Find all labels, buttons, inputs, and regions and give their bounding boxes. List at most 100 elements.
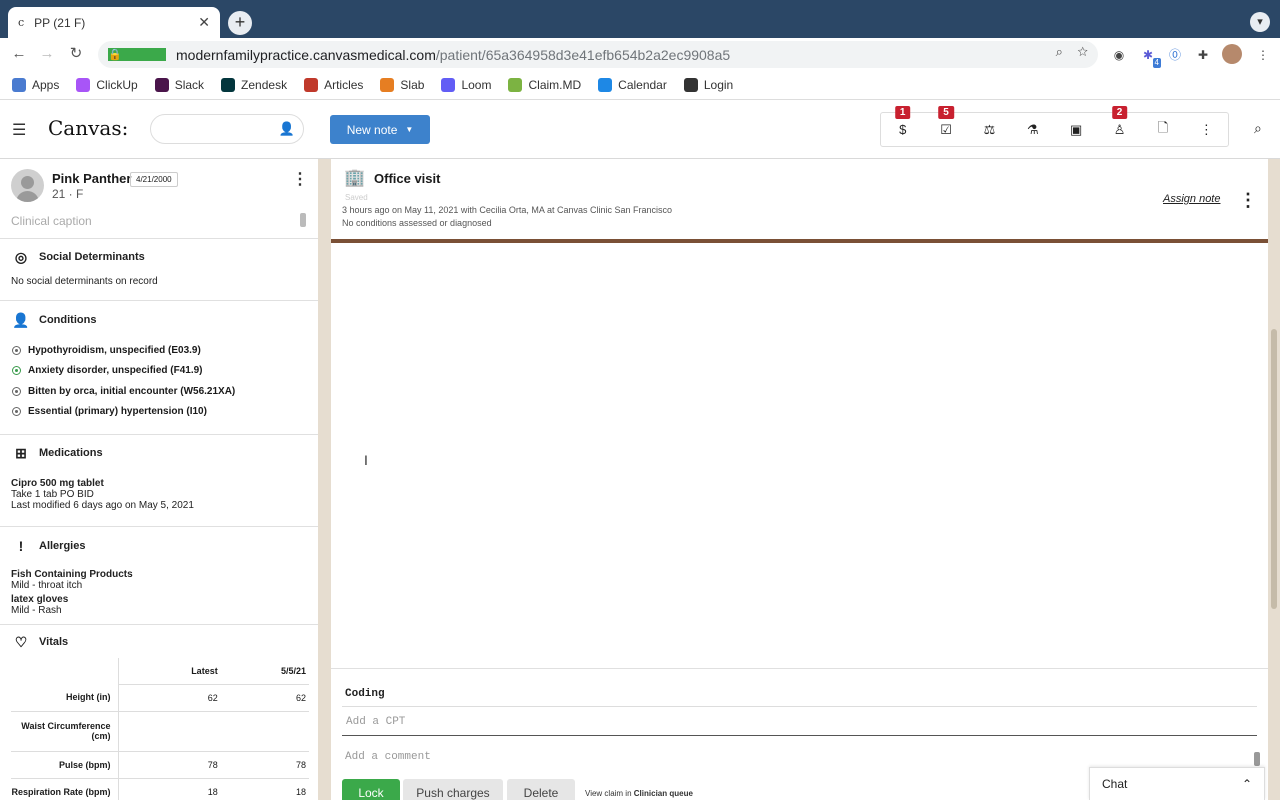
refer-person-icon[interactable]: ♙ 2 bbox=[1098, 105, 1141, 138]
comment-input[interactable]: Add a comment bbox=[345, 751, 431, 763]
section-header[interactable]: ♡ Vitals bbox=[0, 627, 318, 657]
extension-icon[interactable]: ✱ 4 bbox=[1139, 46, 1161, 68]
vitals-value bbox=[235, 711, 309, 752]
bookmark-favicon-icon bbox=[154, 77, 169, 92]
section-header[interactable]: ! Allergies bbox=[0, 531, 318, 561]
bookmark-calendar[interactable]: Calendar bbox=[598, 77, 667, 92]
bookmark-loom[interactable]: Loom bbox=[441, 77, 491, 92]
scrollbar[interactable] bbox=[1254, 752, 1260, 766]
bookmark-slab[interactable]: Slab bbox=[380, 77, 424, 92]
browser-menu-icon[interactable]: ⋮ bbox=[1254, 46, 1272, 64]
bookmark-label: Articles bbox=[324, 77, 364, 92]
password-manager-icon[interactable]: ⓪ bbox=[1166, 46, 1184, 64]
bookmark-favicon-icon bbox=[441, 77, 456, 92]
section-header[interactable]: ◎ Social Determinants bbox=[0, 242, 318, 272]
allergy-item[interactable]: Fish Containing Products Mild - throat it… bbox=[0, 569, 318, 591]
hamburger-menu-icon[interactable]: ☰ bbox=[12, 120, 26, 140]
lock-button[interactable]: Lock bbox=[342, 779, 400, 800]
patient-menu-icon[interactable]: ⋮ bbox=[292, 169, 308, 189]
extension-icon[interactable]: ◉ bbox=[1110, 46, 1128, 64]
section-header[interactable]: 👤 Conditions bbox=[0, 305, 318, 335]
condition-status-icon bbox=[12, 345, 21, 355]
condition-status-icon bbox=[12, 407, 21, 417]
bookmark-star-icon[interactable]: ☆ bbox=[1077, 44, 1088, 59]
bookmark-favicon-icon bbox=[76, 77, 91, 92]
bookmark-articles[interactable]: Articles bbox=[304, 77, 364, 92]
table-row: Pulse (bpm) 78 78 bbox=[11, 751, 309, 779]
canvas-logo: Canvas: bbox=[48, 116, 129, 140]
bookmark-zendesk[interactable]: Zendesk bbox=[221, 77, 287, 92]
table-row: Waist Circumference (cm) bbox=[11, 711, 309, 752]
puzzle-extensions-icon[interactable]: ✚ bbox=[1194, 46, 1212, 64]
text-cursor-icon: I bbox=[364, 452, 368, 468]
bookmark-claim-md[interactable]: Claim.MD bbox=[508, 77, 581, 92]
forward-icon[interactable]: → bbox=[37, 44, 57, 64]
more-menu-icon[interactable]: ⋮ bbox=[1185, 122, 1228, 138]
allergies-list: Fish Containing Products Mild - throat it… bbox=[0, 569, 318, 616]
lab-flask-icon[interactable]: ⚗ bbox=[1011, 122, 1054, 138]
patient-search-input[interactable]: 👤 bbox=[150, 114, 304, 144]
vitals-row-label: Height (in) bbox=[11, 684, 119, 712]
search-icon[interactable]: ⌕ bbox=[1254, 120, 1262, 137]
condition-item[interactable]: Hypothyroidism, unspecified (E03.9) bbox=[0, 340, 318, 361]
panel-divider[interactable] bbox=[318, 159, 331, 800]
delete-button[interactable]: Delete bbox=[507, 779, 575, 800]
section-title: Allergies bbox=[39, 540, 86, 552]
tab-title: PP (21 F) bbox=[34, 15, 86, 30]
scrollbar-thumb[interactable] bbox=[1271, 329, 1277, 609]
bookmark-login[interactable]: Login bbox=[683, 77, 733, 92]
bookmark-favicon-icon bbox=[598, 77, 613, 92]
condition-item[interactable]: Bitten by orca, initial encounter (W56.2… bbox=[0, 381, 318, 402]
coding-label: Coding bbox=[345, 688, 385, 700]
browser-toolbar: ← → ↻ 🔒 modernfamilypractice.canvasmedic… bbox=[0, 38, 1280, 70]
person-icon: 👤 bbox=[278, 121, 295, 136]
patient-avatar[interactable] bbox=[11, 169, 44, 202]
new-tab-button[interactable]: + bbox=[228, 11, 252, 35]
close-tab-icon[interactable]: ✕ bbox=[198, 14, 210, 31]
vitals-column-header: Latest bbox=[118, 658, 236, 685]
push-charges-button[interactable]: Push charges bbox=[403, 779, 503, 800]
tasks-checkbox-icon[interactable]: ☑ 5 bbox=[924, 105, 967, 138]
document-icon[interactable]: 🗋 bbox=[1141, 119, 1184, 141]
bookmark-clickup[interactable]: ClickUp bbox=[76, 77, 138, 92]
tab-search-button[interactable]: ▾ bbox=[1250, 12, 1270, 32]
refer-count-badge: 2 bbox=[1111, 105, 1128, 119]
clinical-caption-input[interactable]: Clinical caption bbox=[11, 214, 92, 228]
vitals-column-header: 5/5/21 bbox=[235, 658, 309, 685]
address-bar[interactable]: 🔒 modernfamilypractice.canvasmedical.com… bbox=[98, 41, 1098, 68]
reload-icon[interactable]: ↻ bbox=[66, 44, 86, 64]
billing-icon[interactable]: $1 bbox=[881, 106, 924, 137]
assign-note-link[interactable]: Assign note bbox=[1163, 193, 1220, 205]
browser-tab[interactable]: c PP (21 F) ✕ bbox=[8, 7, 220, 38]
allergy-item[interactable]: latex gloves Mild - Rash bbox=[0, 594, 318, 616]
section-header[interactable]: ⊞ Medications bbox=[0, 438, 318, 468]
image-icon[interactable]: ▣ bbox=[1055, 122, 1098, 138]
clinician-queue-link[interactable]: Clinician queue bbox=[634, 789, 693, 798]
zoom-icon[interactable]: ⌕ bbox=[1056, 44, 1063, 59]
patient-age-sex: 21 · F bbox=[52, 187, 84, 201]
scale-icon[interactable]: ⚖ bbox=[968, 122, 1011, 138]
bookmark-slack[interactable]: Slack bbox=[154, 77, 204, 92]
medications-section: ⊞ Medications Cipro 500 mg tablet Take 1 … bbox=[0, 435, 318, 527]
profile-avatar[interactable] bbox=[1222, 44, 1242, 64]
header-icon-bar: $1 ☑ 5 ⚖ ⚗ ▣ ♙ 2 🗋 ⋮ bbox=[880, 105, 1229, 147]
chat-widget[interactable]: Chat ⌃ bbox=[1089, 767, 1265, 800]
section-title: Vitals bbox=[39, 636, 69, 648]
new-note-button[interactable]: New note ▼ bbox=[330, 115, 430, 144]
condition-item[interactable]: Anxiety disorder, unspecified (F41.9) bbox=[0, 361, 318, 382]
canvas-favicon-icon: c bbox=[18, 16, 25, 29]
note-scrollbar[interactable] bbox=[1268, 159, 1280, 800]
scrollbar[interactable] bbox=[300, 213, 306, 227]
medication-item[interactable]: Cipro 500 mg tablet Take 1 tab PO BID La… bbox=[0, 478, 318, 511]
back-icon[interactable]: ← bbox=[9, 44, 29, 64]
note-menu-icon[interactable]: ⋮ bbox=[1239, 190, 1257, 211]
url-host: modernfamilypractice.canvasmedical.com bbox=[176, 46, 436, 63]
bookmark-apps[interactable]: Apps bbox=[12, 77, 59, 92]
condition-item[interactable]: Essential (primary) hypertension (I10) bbox=[0, 402, 318, 423]
bookmark-label: ClickUp bbox=[96, 77, 138, 92]
medication-name: Cipro 500 mg tablet bbox=[11, 478, 104, 489]
chevron-up-icon: ⌃ bbox=[1241, 777, 1252, 791]
cpt-input[interactable]: Add a CPT bbox=[342, 706, 1257, 736]
section-title: Medications bbox=[39, 447, 103, 459]
social-determinants-section: ◎ Social Determinants No social determina… bbox=[0, 239, 318, 301]
